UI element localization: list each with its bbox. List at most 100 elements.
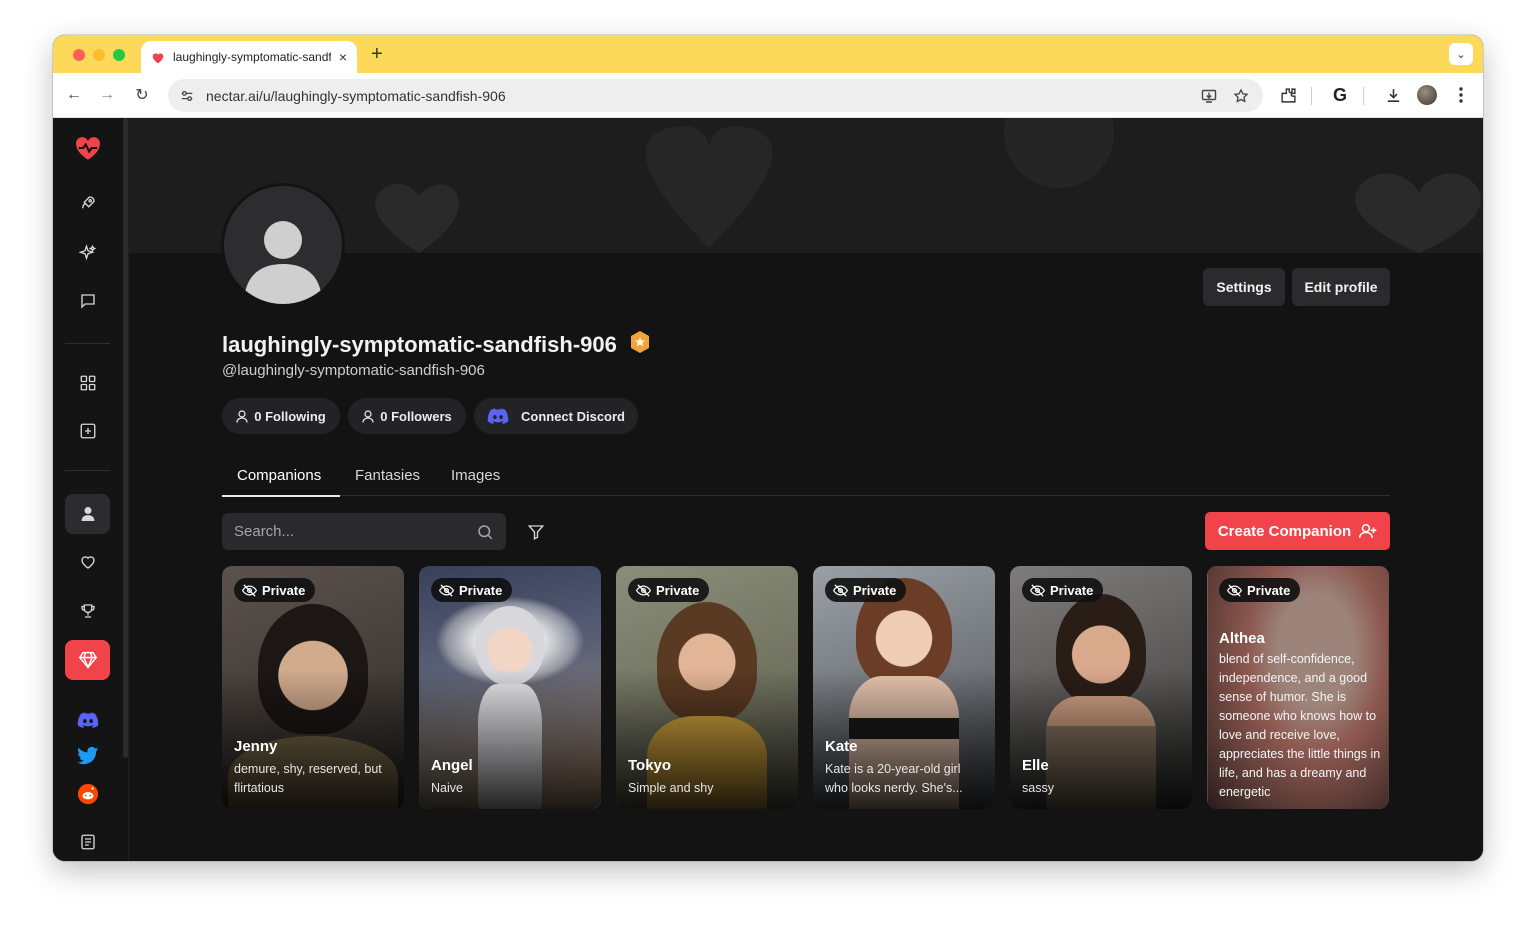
companion-description: Kate is a 20-year-old girl who looks ner…	[825, 762, 963, 795]
install-app-icon[interactable]	[1198, 85, 1220, 107]
new-tab-button[interactable]: +	[371, 43, 383, 66]
eye-off-icon	[1227, 583, 1242, 597]
profile-handle: @laughingly-symptomatic-sandfish-906	[222, 362, 485, 379]
companion-description: demure, shy, reserved, but flirtatious	[234, 762, 382, 795]
companion-description: sassy	[1022, 781, 1054, 795]
reload-button[interactable]: ↻	[130, 83, 154, 107]
site-settings-icon[interactable]	[176, 85, 198, 107]
profile-tabs: Companions Fantasies Images	[222, 458, 1390, 497]
add-square-icon[interactable]	[65, 411, 110, 451]
private-badge: Private	[234, 578, 316, 602]
companion-description: Simple and shy	[628, 781, 714, 795]
google-extension-button[interactable]: G	[1328, 83, 1352, 107]
add-user-icon	[1359, 524, 1377, 538]
search-icon[interactable]	[476, 523, 494, 541]
profile-user-icon[interactable]	[65, 494, 110, 534]
twitter-icon[interactable]	[65, 736, 110, 776]
reddit-icon[interactable]	[65, 774, 110, 814]
companion-card[interactable]: Private Althea blend of self-confidence,…	[1207, 566, 1389, 809]
extensions-icon[interactable]	[1276, 83, 1300, 107]
companion-grid: Private Jenny demure, shy, reserved, but…	[222, 566, 1390, 809]
forward-button[interactable]: →	[95, 83, 119, 107]
filter-icon[interactable]	[525, 521, 547, 543]
address-bar[interactable]: nectar.ai/u/laughingly-symptomatic-sandf…	[168, 79, 1263, 112]
more-menu-icon[interactable]	[1449, 83, 1473, 107]
companion-name: Kate	[825, 738, 858, 755]
companion-name: Tokyo	[628, 757, 672, 774]
tab-close-icon[interactable]: ×	[339, 49, 347, 65]
minimize-window-button[interactable]	[93, 49, 105, 61]
followers-count: 0 Followers	[380, 408, 452, 424]
browser-toolbar: ← → ↻ nectar.ai/u/laughingly-symptomatic…	[53, 73, 1483, 118]
companion-card[interactable]: Private Elle sassy	[1010, 566, 1192, 809]
companion-description: blend of self-confidence, independence, …	[1219, 652, 1381, 799]
companion-card[interactable]: Private Angel Naive	[419, 566, 601, 809]
companion-name: Elle	[1022, 757, 1049, 774]
trophy-icon[interactable]	[65, 591, 110, 631]
profile-avatar[interactable]	[221, 183, 345, 307]
nectar-logo-icon[interactable]	[65, 128, 110, 168]
eye-off-icon	[242, 583, 257, 597]
companion-card[interactable]: Private Kate Kate is a 20-year-old girl …	[813, 566, 995, 809]
private-badge-label: Private	[656, 582, 700, 598]
connect-discord-button[interactable]: Connect Discord	[474, 398, 638, 434]
eye-off-icon	[1030, 583, 1045, 597]
eye-off-icon	[439, 583, 454, 597]
browser-tab[interactable]: laughingly-symptomatic-sandfish-906 ×	[141, 41, 357, 73]
rocket-icon[interactable]	[65, 183, 110, 223]
back-button[interactable]: ←	[62, 83, 86, 107]
followers-button[interactable]: 0 Followers	[348, 398, 466, 434]
discord-icon	[487, 408, 509, 424]
user-icon	[362, 409, 374, 423]
private-badge-label: Private	[262, 582, 306, 598]
tab-title: laughingly-symptomatic-sandfish-906	[173, 50, 331, 64]
maximize-window-button[interactable]	[113, 49, 125, 61]
create-companion-button[interactable]: Create Companion	[1205, 512, 1390, 550]
private-badge-label: Private	[1050, 582, 1094, 598]
download-icon[interactable]	[1381, 83, 1405, 107]
following-button[interactable]: 0 Following	[222, 398, 340, 434]
companion-card[interactable]: Private Tokyo Simple and shy	[616, 566, 798, 809]
sidebar-scrollbar[interactable]	[123, 118, 128, 758]
following-count: 0 Following	[254, 408, 326, 424]
sidebar	[53, 118, 129, 861]
grid-icon[interactable]	[65, 363, 110, 403]
profile-username: laughingly-symptomatic-sandfish-906	[222, 330, 651, 360]
tab-strip: laughingly-symptomatic-sandfish-906 × + …	[53, 35, 1483, 73]
premium-gem-icon[interactable]	[65, 640, 110, 680]
profile-display-name: laughingly-symptomatic-sandfish-906	[222, 332, 617, 357]
profile-avatar-button[interactable]	[1415, 83, 1439, 107]
eye-off-icon	[833, 583, 848, 597]
edit-profile-button[interactable]: Edit profile	[1292, 268, 1390, 306]
private-badge-label: Private	[853, 582, 897, 598]
heart-icon[interactable]	[65, 542, 110, 582]
companion-card[interactable]: Private Jenny demure, shy, reserved, but…	[222, 566, 404, 809]
chat-icon[interactable]	[65, 281, 110, 321]
connect-discord-label: Connect Discord	[520, 408, 625, 424]
sidebar-divider	[65, 470, 110, 471]
heart-favicon-icon	[151, 50, 165, 64]
search-input[interactable]	[234, 523, 454, 540]
sidebar-divider	[65, 343, 110, 344]
news-icon[interactable]	[65, 822, 110, 861]
private-badge: Private	[1022, 578, 1104, 602]
verified-badge-icon	[629, 330, 651, 360]
tab-fantasies[interactable]: Fantasies	[355, 467, 420, 484]
main-content: Settings Edit profile laughingly-symptom…	[129, 118, 1483, 861]
discord-icon[interactable]	[65, 700, 110, 740]
browser-window: laughingly-symptomatic-sandfish-906 × + …	[53, 35, 1483, 861]
sparkles-icon[interactable]	[65, 233, 110, 273]
eye-off-icon	[636, 583, 651, 597]
private-badge-label: Private	[459, 582, 503, 598]
companion-name: Angel	[431, 757, 473, 774]
user-icon	[236, 409, 248, 423]
close-window-button[interactable]	[73, 49, 85, 61]
tab-companions[interactable]: Companions	[237, 467, 321, 484]
tab-search-button[interactable]: ⌄	[1449, 43, 1473, 65]
search-box[interactable]	[222, 513, 506, 550]
tab-images[interactable]: Images	[451, 467, 500, 484]
settings-button[interactable]: Settings	[1203, 268, 1285, 306]
active-tab-indicator	[222, 495, 340, 497]
private-badge-label: Private	[1247, 582, 1291, 598]
bookmark-star-icon[interactable]	[1230, 85, 1252, 107]
